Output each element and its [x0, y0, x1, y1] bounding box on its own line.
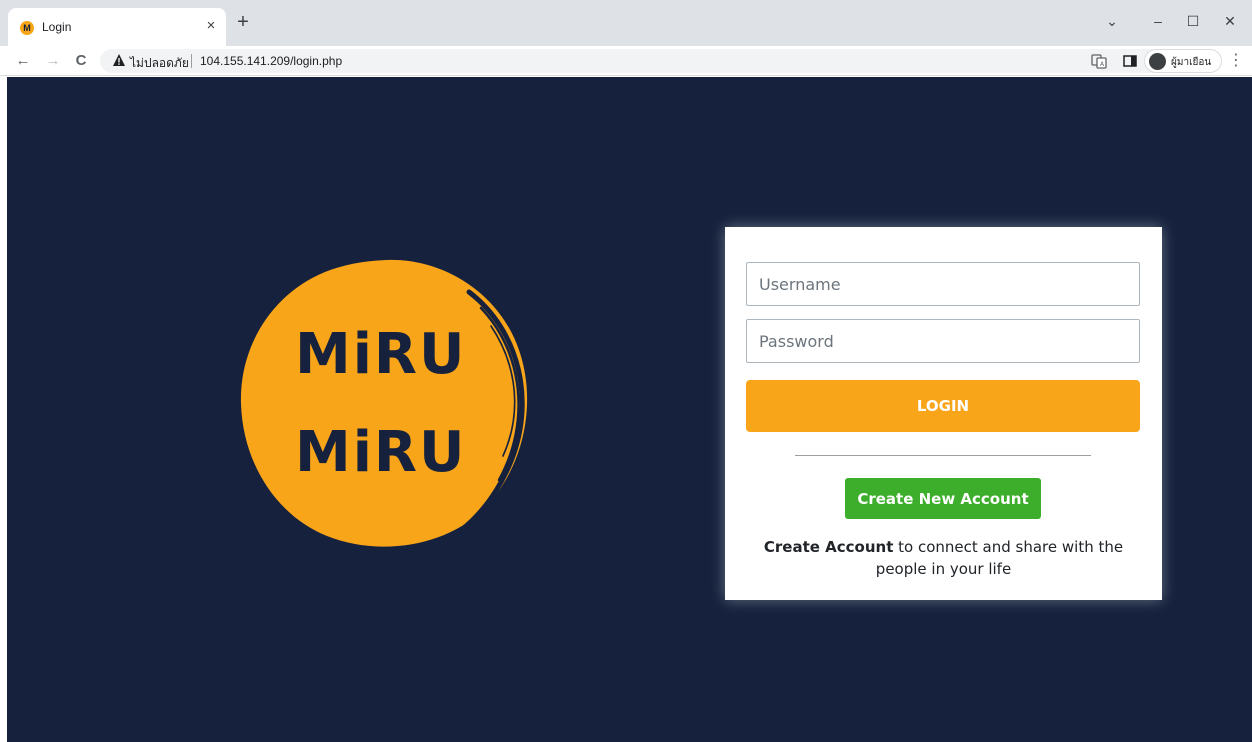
- login-card: LOGIN Create New Account Create Account …: [725, 227, 1162, 600]
- tagline-line2: people in your life: [875, 560, 1012, 578]
- tab-title: Login: [42, 20, 72, 34]
- close-window-button[interactable]: ✕: [1219, 10, 1241, 32]
- create-new-account-button[interactable]: Create New Account: [845, 478, 1041, 519]
- logo-brush-circle-icon: [240, 259, 528, 547]
- username-input[interactable]: [746, 262, 1140, 306]
- create-account-tagline: Create Account to connect and share with…: [725, 536, 1162, 580]
- side-panel-icon[interactable]: [1122, 53, 1138, 69]
- browser-window: M Login × + ⌄ – ☐ ✕ ← → C ไม่ปลอดภัย 104…: [0, 0, 1252, 742]
- security-label[interactable]: ไม่ปลอดภัย: [130, 54, 189, 73]
- tagline-bold: Create Account: [763, 538, 894, 556]
- back-button[interactable]: ←: [12, 50, 34, 72]
- tab-login[interactable]: M Login ×: [8, 8, 226, 46]
- minimize-button[interactable]: –: [1147, 10, 1169, 32]
- tagline-line1-rest: to connect and share with the: [893, 538, 1124, 556]
- profile-avatar-icon: [1149, 53, 1166, 70]
- maximize-button[interactable]: ☐: [1182, 10, 1204, 32]
- login-button[interactable]: LOGIN: [746, 380, 1140, 432]
- browser-menu-icon[interactable]: ⋮: [1228, 50, 1244, 72]
- password-input[interactable]: [746, 319, 1140, 363]
- translate-icon[interactable]: A: [1091, 53, 1107, 69]
- profile-label: ผู้มาเยือน: [1171, 57, 1212, 68]
- reload-button[interactable]: C: [70, 50, 92, 72]
- logo-text-bottom: MiRU: [295, 420, 467, 485]
- forward-button[interactable]: →: [42, 50, 64, 72]
- miru-favicon-icon: M: [20, 21, 34, 35]
- omnibox-separator: [191, 54, 192, 68]
- url-text[interactable]: 104.155.141.209/login.php: [200, 54, 342, 68]
- miru-logo: MiRU MiRU: [237, 252, 537, 552]
- tab-search-dropdown-icon[interactable]: ⌄: [1101, 10, 1123, 32]
- tab-close-icon[interactable]: ×: [202, 17, 220, 35]
- logo-text-top: MiRU: [295, 322, 467, 387]
- not-secure-warning-icon[interactable]: [112, 53, 126, 67]
- tab-strip: M Login × + ⌄ – ☐ ✕: [0, 0, 1252, 46]
- profile-button[interactable]: ผู้มาเยือน: [1144, 49, 1222, 73]
- new-tab-button[interactable]: +: [233, 12, 253, 33]
- page-viewport: MiRU MiRU LOGIN Create New Account Creat…: [7, 77, 1252, 742]
- address-bar[interactable]: ไม่ปลอดภัย 104.155.141.209/login.php: [100, 49, 1185, 73]
- browser-toolbar: ← → C ไม่ปลอดภัย 104.155.141.209/login.p…: [0, 46, 1252, 76]
- form-divider: [795, 455, 1091, 456]
